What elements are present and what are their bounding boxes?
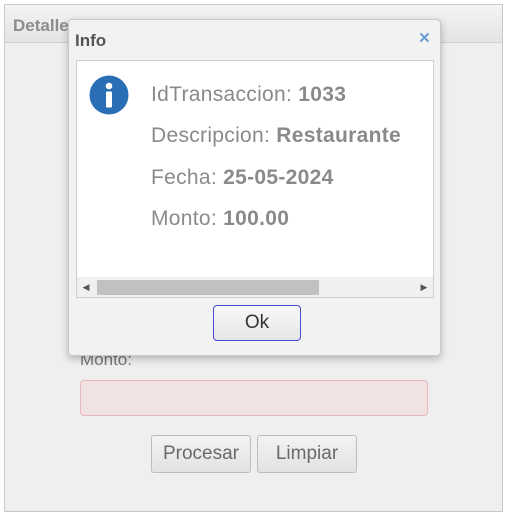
scroll-thumb[interactable] <box>97 280 319 295</box>
scroll-left-icon[interactable]: ◀ <box>77 277 95 297</box>
dialog-title: Info <box>75 31 107 50</box>
field-label: Monto: <box>151 207 217 230</box>
dialog-content: IdTransaccion: 1033 Descripcion: Restaur… <box>76 60 434 298</box>
scroll-right-icon[interactable]: ▶ <box>415 277 433 297</box>
field-value: 1033 <box>298 83 347 106</box>
info-row-fecha: Fecha: 25-05-2024 <box>151 166 334 190</box>
info-dialog: Info × IdTransaccion: 1033 Descripcion: … <box>68 19 441 356</box>
horizontal-scrollbar[interactable]: ◀ ▶ <box>77 277 433 297</box>
limpiar-button[interactable]: Limpiar <box>257 435 357 473</box>
field-value: Restaurante <box>276 124 401 147</box>
ok-button[interactable]: Ok <box>213 305 301 341</box>
info-row-descripcion: Descripcion: Restaurante <box>151 124 401 148</box>
dialog-footer: Ok <box>76 298 434 348</box>
field-label: Fecha: <box>151 166 217 189</box>
panel-title: Detalle <box>13 16 69 35</box>
close-icon[interactable]: × <box>419 29 430 49</box>
dialog-header[interactable]: Info × <box>69 20 440 60</box>
info-row-idtransaccion: IdTransaccion: 1033 <box>151 83 346 107</box>
field-label: IdTransaccion: <box>151 83 293 106</box>
field-value: 25-05-2024 <box>223 166 334 189</box>
field-value: 100.00 <box>223 207 290 230</box>
info-icon <box>89 75 129 115</box>
field-label: Descripcion: <box>151 124 271 147</box>
procesar-button[interactable]: Procesar <box>151 435 251 473</box>
monto-input[interactable] <box>80 380 428 416</box>
info-row-monto: Monto: 100.00 <box>151 207 289 231</box>
